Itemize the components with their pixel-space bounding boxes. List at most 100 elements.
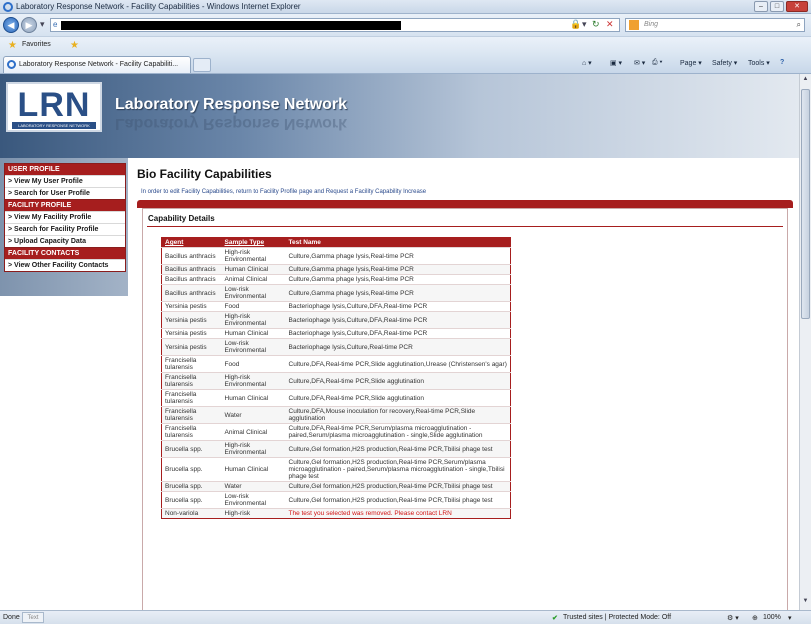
zoom-dropdown-icon[interactable]: ▾ [788, 614, 792, 622]
back-icon[interactable]: ◀ [3, 17, 19, 33]
cell-test-name: Culture,Gamma phage lysis,Real-time PCR [285, 274, 511, 285]
tab-facility-capabilities[interactable]: Laboratory Response Network - Facility C… [3, 56, 191, 73]
edit-instructions-link[interactable]: In order to edit Facility Capabilities, … [141, 189, 426, 195]
feeds-icon[interactable]: ▣ ▾ [610, 59, 622, 67]
scroll-down-icon[interactable]: ▼ [801, 598, 810, 608]
sidebar-item-view-other-facility-contacts[interactable]: > View Other Facility Contacts [5, 259, 125, 271]
zoom-level[interactable]: 100% [763, 614, 781, 621]
tab-title: Laboratory Response Network - Facility C… [19, 61, 179, 68]
close-button[interactable]: ✕ [786, 1, 808, 12]
site-brand-reflection: Laboratory Response Network [115, 115, 348, 132]
cell-sample-type: Animal Clinical [221, 423, 286, 441]
table-row: Francisella tularensis Food Culture,DFA,Re… [161, 355, 511, 373]
sidebar-item-view-my-facility-profile[interactable]: > View My Facility Profile [5, 211, 125, 223]
cell-sample-type: Human Clinical [221, 389, 286, 407]
table-row: Francisella tularensis Water Culture,DFA,M… [161, 406, 511, 424]
table-row: Bacillus anthracis Human Clinical Culture,… [161, 264, 511, 275]
cell-test-name: Culture,DFA,Real-time PCR,Slide agglutin… [285, 389, 511, 407]
panel-title: Capability Details [148, 214, 215, 223]
scroll-up-icon[interactable]: ▲ [801, 76, 810, 86]
search-icon[interactable]: ⌕ [797, 20, 801, 30]
cell-agent: Francisella tularensis [161, 406, 222, 424]
sidebar-item-view-my-user-profile[interactable]: > View My User Profile [5, 175, 125, 187]
page-menu[interactable]: Page ▾ [680, 59, 702, 67]
table-row: Francisella tularensis High-risk Environm… [161, 372, 511, 390]
bing-logo-icon [629, 20, 639, 30]
maximize-button[interactable]: □ [770, 1, 784, 12]
cell-agent: Yersinia pestis [161, 301, 222, 312]
column-header-agent[interactable]: Agent [161, 237, 222, 248]
sidebar-heading: USER PROFILE [5, 164, 125, 175]
print-icon[interactable]: ⎙ ▾ [652, 59, 663, 67]
cell-test-name: Culture,DFA,Real-time PCR,Serum/plasma m… [285, 423, 511, 441]
window-title: Laboratory Response Network - Facility C… [16, 2, 301, 11]
stop-icon[interactable]: ✕ [606, 19, 614, 30]
cell-sample-type: Food [221, 301, 286, 312]
favorites-star-icon[interactable]: ★ [8, 40, 17, 51]
home-icon[interactable]: ⌂ ▾ [582, 59, 592, 67]
cell-test-name: Culture,Gamma phage lysis,Real-time PCR [285, 264, 511, 275]
cell-test-name: Bacteriophage lysis,Culture,DFA,Real-tim… [285, 328, 511, 339]
column-header-sample-type[interactable]: Sample Type [221, 237, 286, 248]
cell-test-name: Culture,DFA,Real-time PCR,Slide agglutin… [285, 372, 511, 390]
cell-agent: Francisella tularensis [161, 423, 222, 441]
cell-agent: Yersinia pestis [161, 338, 222, 356]
address-dropdown-icon[interactable]: ▾ [582, 19, 587, 30]
redacted-url [61, 21, 401, 30]
new-tab-button[interactable] [193, 58, 211, 72]
sidebar-item-search-user-profile[interactable]: > Search for User Profile [5, 187, 125, 199]
table-row: Brucella spp. Water Culture,Gel formation,… [161, 481, 511, 492]
cell-test-name: Bacteriophage lysis,Culture,DFA,Real-tim… [285, 311, 511, 329]
security-zone[interactable]: Trusted sites | Protected Mode: Off [563, 614, 671, 621]
cell-agent: Bacillus anthracis [161, 247, 222, 265]
mail-icon[interactable]: ✉ ▾ [634, 59, 645, 67]
lrn-logo[interactable]: LRN LABORATORY RESPONSE NETWORK [6, 82, 102, 132]
scrollbar-thumb[interactable] [801, 89, 810, 319]
sidebar-item-upload-capacity-data[interactable]: > Upload Capacity Data [5, 235, 125, 247]
forward-icon[interactable]: ▶ [21, 17, 37, 33]
cell-agent: Brucella spp. [161, 440, 222, 458]
status-field: Text [22, 612, 44, 623]
table-row: Francisella tularensis Human Clinical Cult… [161, 389, 511, 407]
sidebar-item-search-facility-profile[interactable]: > Search for Facility Profile [5, 223, 125, 235]
table-row: Brucella spp. Low-risk Environmental Cultu… [161, 491, 511, 509]
trusted-check-icon: ✔ [552, 615, 558, 622]
zoom-icon[interactable]: ⊕ [752, 614, 758, 622]
add-favorite-icon[interactable]: ★ [70, 40, 79, 51]
cell-sample-type: Low-risk Environmental [221, 338, 286, 356]
table-row: Bacillus anthracis High-risk Environmenta… [161, 247, 511, 265]
lock-icon[interactable]: 🔒 [570, 19, 581, 30]
sidebar-heading: FACILITY PROFILE [5, 200, 125, 211]
cell-sample-type: Animal Clinical [221, 274, 286, 285]
cell-sample-type: High-risk Environmental [221, 440, 286, 458]
panel-divider [147, 226, 783, 227]
cell-sample-type: High-risk Environmental [221, 311, 286, 329]
table-row: Bacillus anthracis Low-risk Environmental… [161, 284, 511, 302]
cell-agent: Bacillus anthracis [161, 284, 222, 302]
search-field[interactable]: Bing ⌕ [625, 18, 805, 32]
sidebar: USER PROFILE > View My User Profile > Se… [0, 158, 128, 296]
history-dropdown-icon[interactable]: ▾ [40, 19, 45, 30]
tools-menu[interactable]: Tools ▾ [748, 59, 770, 67]
cell-test-name: Bacteriophage lysis,Culture,DFA,Real-tim… [285, 301, 511, 312]
cell-sample-type: Human Clinical [221, 264, 286, 275]
cell-test-name: Culture,DFA,Mouse inoculation for recove… [285, 406, 511, 424]
cell-test-name: Culture,Gamma phage lysis,Real-time PCR [285, 284, 511, 302]
cell-agent: Yersinia pestis [161, 311, 222, 329]
address-field[interactable]: e [50, 18, 620, 32]
protected-mode-icon[interactable]: ⚙ ▾ [727, 614, 739, 622]
safety-menu[interactable]: Safety ▾ [712, 59, 737, 67]
vertical-scrollbar[interactable]: ▲ ▼ [799, 74, 811, 610]
cell-test-name: Culture,Gamma phage lysis,Real-time PCR [285, 247, 511, 265]
cell-test-name: The test you selected was removed. Pleas… [285, 508, 511, 519]
table-row: Yersinia pestis Human Clinical Bacteriopha… [161, 328, 511, 339]
cell-test-name: Culture,Gel formation,H2S production,Rea… [285, 481, 511, 492]
minimize-button[interactable]: – [754, 1, 768, 12]
favorites-button[interactable]: Favorites [22, 41, 51, 48]
cell-test-name: Culture,DFA,Real-time PCR,Slide agglutin… [285, 355, 511, 373]
help-icon[interactable]: ? [780, 59, 784, 66]
cell-sample-type: Water [221, 406, 286, 424]
refresh-icon[interactable]: ↻ [592, 19, 600, 30]
site-brand: Laboratory Response Network [115, 96, 348, 113]
cell-test-name: Culture,Gel formation,H2S production,Rea… [285, 440, 511, 458]
